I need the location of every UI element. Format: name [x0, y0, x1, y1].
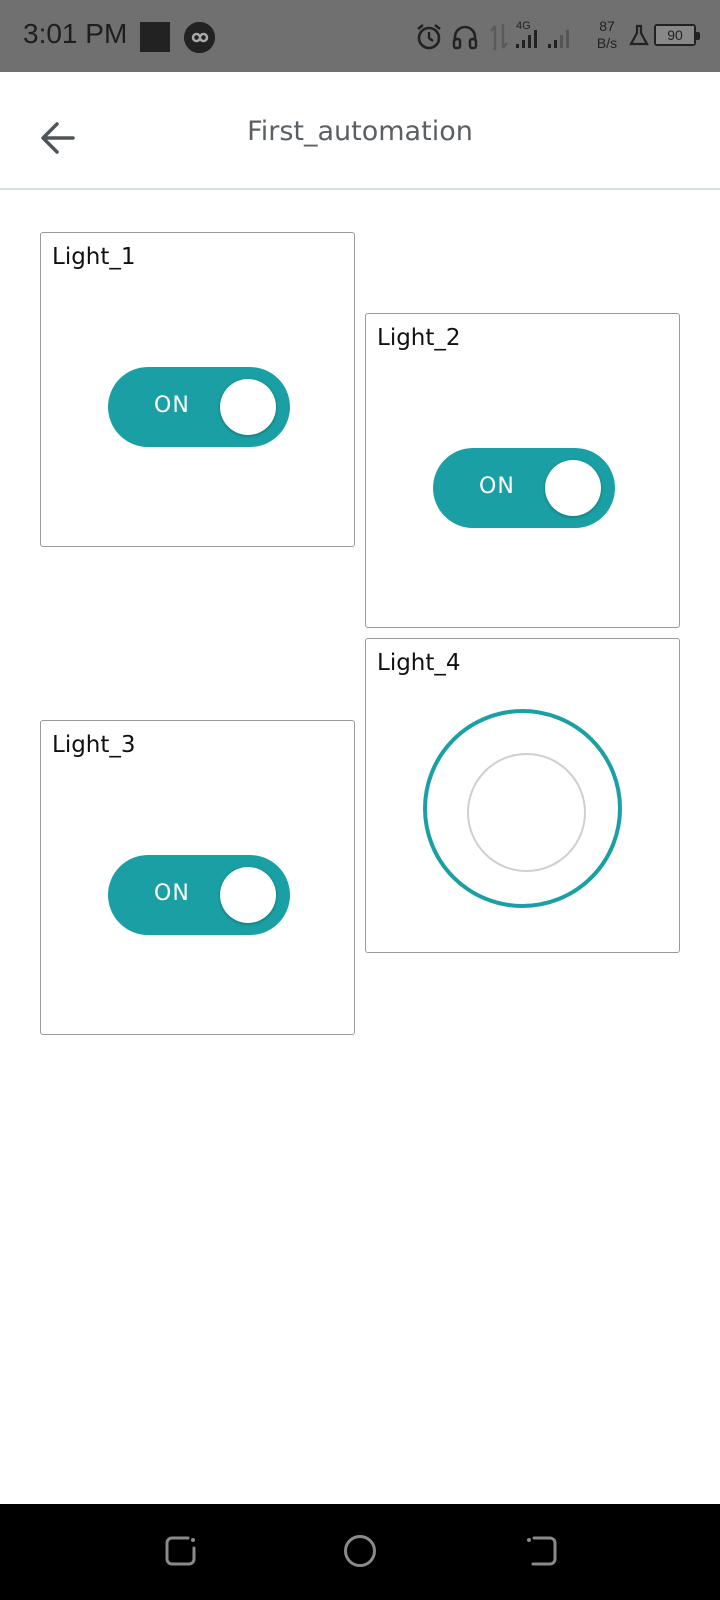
notification-square-icon	[140, 22, 170, 52]
light-3-toggle[interactable]: ON	[108, 855, 290, 935]
toggle-knob	[545, 460, 601, 516]
battery-icon: 90	[654, 24, 700, 46]
headset-icon	[452, 25, 478, 50]
notification-link-icon	[184, 22, 215, 53]
flask-icon	[629, 24, 649, 46]
system-nav-bar	[0, 1504, 720, 1600]
light-1-toggle[interactable]: ON	[108, 367, 290, 447]
status-time: 3:01 PM	[23, 18, 128, 49]
widget-title: Light_1	[52, 244, 136, 270]
network-speed-value: 87	[599, 18, 615, 34]
widget-light-3: Light_3 ON	[40, 720, 355, 1035]
page-title: First_automation	[247, 116, 473, 147]
svg-text:4G: 4G	[516, 20, 531, 32]
light-2-toggle[interactable]: ON	[433, 448, 615, 528]
battery-cap	[696, 32, 700, 40]
widget-title: Light_2	[377, 325, 461, 351]
status-bar: 3:01 PM 4G 87 B/s 90	[0, 0, 720, 72]
toggle-state-label: ON	[154, 393, 190, 418]
battery-level: 90	[656, 26, 694, 44]
widget-light-1: Light_1 ON	[40, 232, 355, 547]
network-speed-unit: B/s	[596, 35, 618, 51]
data-arrows-icon	[490, 24, 508, 50]
toggle-state-label: ON	[479, 474, 515, 499]
widget-title: Light_3	[52, 732, 136, 758]
light-4-dial[interactable]	[423, 709, 622, 908]
home-icon[interactable]	[343, 1534, 377, 1568]
toggle-state-label: ON	[154, 881, 190, 906]
network-speed: 87 B/s	[590, 18, 624, 52]
dial-center	[467, 753, 586, 872]
app-bar: First_automation	[0, 72, 720, 190]
toggle-knob	[220, 379, 276, 435]
signal-icon	[548, 30, 569, 48]
widget-light-2: Light_2 ON	[365, 313, 680, 628]
toggle-knob	[220, 867, 276, 923]
alarm-icon	[417, 23, 441, 50]
signal-4g-icon: 4G	[516, 20, 537, 48]
back-icon[interactable]	[524, 1534, 558, 1568]
recent-apps-icon[interactable]	[164, 1534, 198, 1568]
widget-title: Light_4	[377, 650, 461, 676]
widget-light-4: Light_4	[365, 638, 680, 953]
